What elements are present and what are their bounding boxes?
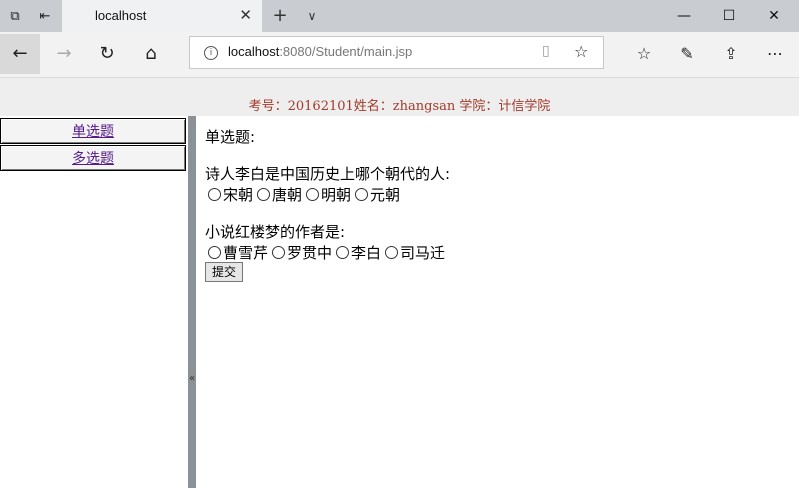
url-path: :8080/Student/main.jsp — [279, 44, 413, 59]
maximize-button[interactable]: ☐ — [706, 0, 752, 32]
section-title: 单选题: — [205, 128, 256, 146]
option[interactable]: 罗贯中 — [272, 242, 332, 263]
back-button[interactable]: ← — [0, 34, 40, 74]
sidebar-item-single-choice[interactable]: 单选题 — [0, 118, 186, 144]
question-text: 诗人李白是中国历史上哪个朝代的人: — [205, 165, 451, 183]
close-window-button[interactable]: ✕ — [751, 0, 797, 32]
new-tab-button[interactable]: + — [268, 4, 292, 28]
option[interactable]: 元朝 — [355, 184, 400, 205]
minimize-button[interactable]: — — [661, 0, 707, 32]
close-tab-icon[interactable]: ✕ — [239, 6, 252, 24]
radio-button[interactable] — [336, 246, 350, 259]
option-label: 唐朝 — [272, 186, 303, 204]
option-label: 司马迁 — [400, 244, 446, 262]
radio-button[interactable] — [355, 188, 369, 201]
radio-button[interactable] — [208, 246, 221, 259]
page-header: 考号：20162101姓名：zhangsan 学院：计信学院 — [0, 78, 799, 116]
set-aside-tabs-icon[interactable]: ⇤ — [30, 0, 60, 32]
sidebar-frame: 单选题 多选题 — [0, 116, 188, 488]
option-label: 罗贯中 — [287, 244, 333, 262]
main-frame: 单选题: 诗人李白是中国历史上哪个朝代的人: 宋朝 唐朝 明朝 元朝 小说红楼梦… — [196, 116, 799, 488]
option[interactable]: 曹雪芹 — [208, 242, 268, 263]
option[interactable]: 明朝 — [306, 184, 351, 205]
active-tab[interactable]: localhost ✕ — [62, 0, 262, 32]
option[interactable]: 李白 — [336, 242, 381, 263]
radio-button[interactable] — [272, 246, 286, 259]
option-label: 宋朝 — [223, 186, 254, 204]
tab-title: localhost — [95, 8, 147, 23]
submit-button[interactable]: 提交 — [205, 262, 244, 282]
question-options: 宋朝 唐朝 明朝 元朝 — [208, 184, 404, 205]
favorite-star-icon[interactable]: ☆ — [574, 42, 588, 61]
tab-bar: ⧉ ⇤ localhost ✕ + ∨ — ☐ ✕ — [0, 0, 799, 32]
navigation-bar: ← → ↻ ⌂ i localhost:8080/Student/main.js… — [0, 32, 799, 78]
notes-pen-icon[interactable]: ✎ — [667, 34, 707, 74]
url-host: localhost — [228, 44, 280, 59]
single-choice-link[interactable]: 单选题 — [72, 124, 114, 140]
radio-button[interactable] — [257, 188, 271, 201]
multiple-choice-link[interactable]: 多选题 — [72, 151, 114, 167]
refresh-button[interactable]: ↻ — [87, 34, 127, 74]
site-info-icon[interactable]: i — [204, 46, 218, 60]
option[interactable]: 宋朝 — [208, 184, 253, 205]
more-menu-icon[interactable]: ⋯ — [755, 34, 795, 74]
option-label: 元朝 — [370, 186, 401, 204]
share-icon[interactable]: ⇪ — [711, 34, 751, 74]
reading-view-icon[interactable]: ▯ — [542, 43, 550, 59]
student-info: 考号：20162101姓名：zhangsan 学院：计信学院 — [248, 99, 551, 114]
question-text: 小说红楼梦的作者是: — [205, 223, 346, 241]
option-label: 李白 — [351, 244, 382, 262]
option[interactable]: 司马迁 — [385, 242, 445, 263]
radio-button[interactable] — [385, 246, 399, 259]
frame-splitter[interactable] — [188, 116, 196, 488]
home-button[interactable]: ⌂ — [131, 34, 171, 74]
question-options: 曹雪芹 罗贯中 李白 司马迁 — [208, 242, 449, 263]
forward-button[interactable]: → — [44, 34, 84, 74]
sidebar-item-multiple-choice[interactable]: 多选题 — [0, 145, 186, 171]
url-text[interactable]: localhost:8080/Student/main.jsp — [228, 44, 412, 59]
splitter-grip-icon[interactable]: « — [189, 373, 195, 384]
radio-button[interactable] — [306, 188, 320, 201]
radio-button[interactable] — [208, 188, 221, 201]
favorites-list-icon[interactable]: ☆ — [624, 34, 664, 74]
option-label: 曹雪芹 — [223, 244, 269, 262]
tab-actions-icon[interactable]: ⧉ — [0, 0, 30, 32]
address-bar[interactable]: i localhost:8080/Student/main.jsp ▯ ☆ — [189, 36, 604, 69]
option-label: 明朝 — [321, 186, 352, 204]
tab-list-chevron-icon[interactable]: ∨ — [302, 4, 322, 28]
option[interactable]: 唐朝 — [257, 184, 302, 205]
